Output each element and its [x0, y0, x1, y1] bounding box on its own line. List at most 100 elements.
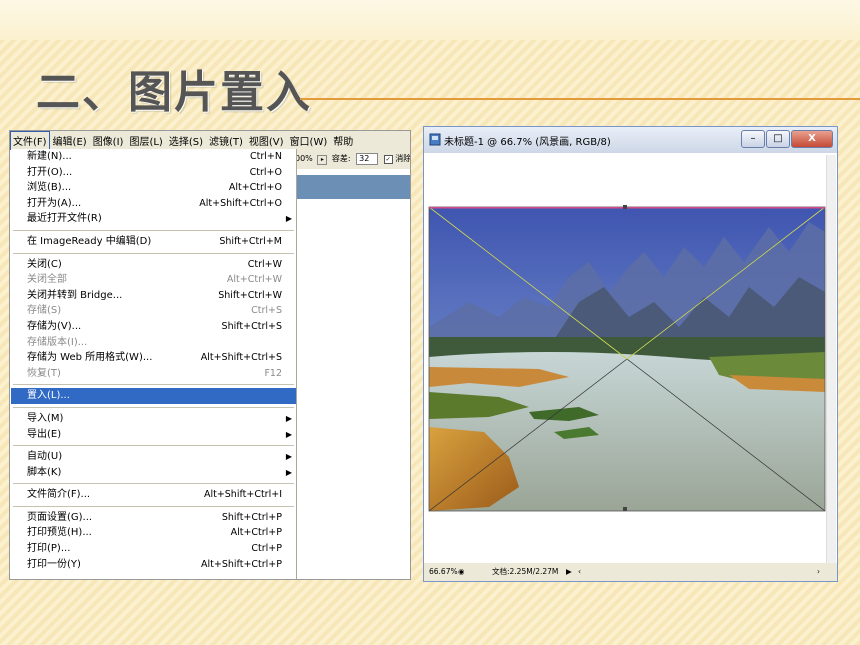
- menubar-item[interactable]: 窗口(W): [287, 131, 331, 149]
- photoshop-file-menu-screenshot: 文件(F) 编辑(E) 图像(I) 图层(L) 选择(S) 滤镜(T) 视图(V) 窗口(W)…: [9, 130, 411, 580]
- menu-item-shortcut: Alt+Ctrl+O: [228, 182, 282, 194]
- menu-item-label: 打印预览(H)...: [27, 527, 92, 539]
- document-window-screenshot: 未标题-1 @ 66.7% (风景画, RGB/8) – □ X 66.67% …: [423, 126, 838, 582]
- menubar-item[interactable]: 编辑(E): [50, 131, 90, 149]
- slide-title: 二、图片置入: [36, 67, 312, 118]
- document-canvas[interactable]: [428, 155, 826, 563]
- menu-item-shortcut: F12: [264, 367, 282, 379]
- file-menu-item[interactable]: 浏览(B)... Alt+Ctrl+O: [11, 180, 296, 196]
- document-tab-strip: [295, 175, 410, 199]
- minimize-button[interactable]: –: [741, 130, 765, 148]
- menu-item-label: 关闭全部: [27, 274, 67, 286]
- menu-item-label: 打印一份(Y): [27, 558, 81, 570]
- file-menu-item[interactable]: 关闭(C) Ctrl+W: [11, 257, 296, 273]
- placed-landscape-image[interactable]: [428, 155, 826, 563]
- document-title: 未标题-1 @ 66.7% (风景画, RGB/8): [444, 137, 611, 148]
- menu-bar: 文件(F) 编辑(E) 图像(I) 图层(L) 选择(S) 滤镜(T) 视图(V) 窗口(W)…: [10, 131, 410, 150]
- tolerance-input[interactable]: 32: [356, 153, 379, 165]
- vertical-scrollbar[interactable]: [826, 155, 836, 563]
- menubar-item[interactable]: 视图(V): [246, 131, 287, 149]
- file-menu-item[interactable]: 置入(L)...: [11, 388, 296, 404]
- submenu-arrow-icon: ▶: [285, 452, 292, 462]
- slide-top-band: [0, 0, 860, 40]
- menu-item-shortcut: Shift+Ctrl+S: [221, 320, 282, 332]
- status-options-icon[interactable]: ◉: [458, 563, 465, 581]
- menu-item-label: 存储(S): [27, 305, 62, 317]
- hscroll-right-icon[interactable]: ›: [817, 563, 820, 581]
- file-menu-item[interactable]: 在 ImageReady 中编辑(D) Shift+Ctrl+M: [11, 234, 296, 250]
- menu-item-label: 关闭并转到 Bridge...: [27, 289, 123, 301]
- minimize-icon: –: [750, 133, 756, 144]
- menu-item-shortcut: Ctrl+S: [251, 305, 282, 317]
- menu-item-label: 在 ImageReady 中编辑(D): [27, 235, 152, 247]
- hscroll-left-icon[interactable]: ‹: [578, 563, 581, 581]
- menu-separator: [13, 406, 294, 408]
- menu-item-label: 关闭(C): [27, 258, 62, 270]
- file-menu-item[interactable]: 恢复(T) F12: [11, 366, 296, 382]
- file-menu-item[interactable]: 脚本(K) ▶: [11, 465, 296, 481]
- menu-item-label: 页面设置(G)...: [27, 511, 93, 523]
- file-menu: 新建(N)... Ctrl+N 打开(O)... Ctrl+O 浏览(B)... Alt+…: [11, 149, 297, 579]
- dropdown-arrow-icon[interactable]: ▸: [317, 155, 328, 165]
- menubar-item[interactable]: 图层(L): [126, 131, 165, 149]
- menu-item-label: 打开(O)...: [27, 166, 73, 178]
- file-menu-item[interactable]: 导入(M) ▶: [11, 411, 296, 427]
- menu-item-shortcut: Alt+Shift+Ctrl+P: [201, 558, 282, 570]
- file-menu-item[interactable]: 打开为(A)... Alt+Shift+Ctrl+O: [11, 196, 296, 212]
- menu-item-label: 最近打开文件(R): [27, 213, 102, 225]
- menu-item-label: 存储为 Web 所用格式(W)...: [27, 352, 153, 364]
- antialias-checkbox[interactable]: ✓: [383, 155, 393, 164]
- file-menu-item[interactable]: 存储为 Web 所用格式(W)... Alt+Shift+Ctrl+S: [11, 350, 296, 366]
- menu-item-shortcut: Ctrl+P: [251, 543, 282, 555]
- document-titlebar: 未标题-1 @ 66.7% (风景画, RGB/8) – □ X: [424, 127, 837, 153]
- file-menu-item[interactable]: 关闭全部 Alt+Ctrl+W: [11, 272, 296, 288]
- menu-item-shortcut: Alt+Shift+Ctrl+O: [199, 197, 282, 209]
- menu-item-shortcut: Alt+Ctrl+W: [226, 274, 282, 286]
- zoom-fragment: 00%: [295, 154, 313, 163]
- maximize-button[interactable]: □: [766, 130, 790, 148]
- menu-item-shortcut: Shift+Ctrl+P: [221, 511, 282, 523]
- menu-separator: [13, 384, 294, 386]
- file-menu-item[interactable]: 新建(N)... Ctrl+N: [11, 149, 296, 165]
- menubar-item[interactable]: 文件(F): [10, 131, 50, 150]
- menu-separator: [13, 505, 294, 507]
- file-menu-item[interactable]: 导出(E) ▶: [11, 427, 296, 443]
- menu-separator: [13, 483, 294, 485]
- menu-item-shortcut: Alt+Shift+Ctrl+S: [200, 352, 282, 364]
- file-menu-item[interactable]: 打印预览(H)... Alt+Ctrl+P: [11, 525, 296, 541]
- menubar-item[interactable]: 选择(S): [166, 131, 206, 149]
- file-menu-item[interactable]: 存储为(V)... Shift+Ctrl+S: [11, 319, 296, 335]
- menu-item-label: 导入(M): [27, 412, 64, 424]
- menu-item-label: 打印(P)...: [27, 543, 71, 555]
- file-menu-item[interactable]: 打开(O)... Ctrl+O: [11, 165, 296, 181]
- submenu-arrow-icon: ▶: [285, 467, 292, 477]
- status-menu-arrow-icon[interactable]: ▶: [566, 563, 572, 581]
- close-icon: X: [808, 133, 816, 144]
- menubar-item[interactable]: 图像(I): [90, 131, 127, 149]
- file-menu-item[interactable]: 页面设置(G)... Shift+Ctrl+P: [11, 510, 296, 526]
- file-menu-item[interactable]: 关闭并转到 Bridge... Shift+Ctrl+W: [11, 288, 296, 304]
- file-menu-item[interactable]: 文件简介(F)... Alt+Shift+Ctrl+I: [11, 487, 296, 503]
- antialias-label: 消除: [395, 154, 410, 163]
- menu-item-label: 存储为(V)...: [27, 320, 82, 332]
- file-menu-item[interactable]: 打印一份(Y) Alt+Shift+Ctrl+P: [11, 557, 296, 573]
- menu-item-shortcut: Alt+Shift+Ctrl+I: [203, 489, 282, 501]
- close-button[interactable]: X: [791, 130, 833, 148]
- file-menu-item[interactable]: 存储(S) Ctrl+S: [11, 303, 296, 319]
- file-menu-item[interactable]: 自动(U) ▶: [11, 449, 296, 465]
- menu-item-shortcut: Shift+Ctrl+W: [218, 289, 282, 301]
- menu-item-label: 自动(U): [27, 451, 63, 463]
- work-area: [295, 199, 410, 579]
- menu-item-label: 浏览(B)...: [27, 182, 72, 194]
- file-menu-item[interactable]: 最近打开文件(R) ▶: [11, 211, 296, 227]
- status-doc-size: 文档:2.25M/2.27M: [492, 567, 559, 576]
- menu-item-label: 新建(N)...: [27, 151, 72, 162]
- menu-item-label: 恢复(T): [27, 367, 61, 379]
- file-menu-item[interactable]: 打印(P)... Ctrl+P: [11, 541, 296, 557]
- file-menu-item[interactable]: 存储版本(I)...: [11, 335, 296, 351]
- menu-item-shortcut: Ctrl+N: [250, 151, 282, 162]
- menu-item-shortcut: Alt+Ctrl+P: [230, 527, 282, 539]
- menubar-item[interactable]: 帮助: [330, 131, 356, 149]
- menubar-item[interactable]: 滤镜(T): [206, 131, 246, 149]
- menu-item-label: 脚本(K): [27, 466, 62, 478]
